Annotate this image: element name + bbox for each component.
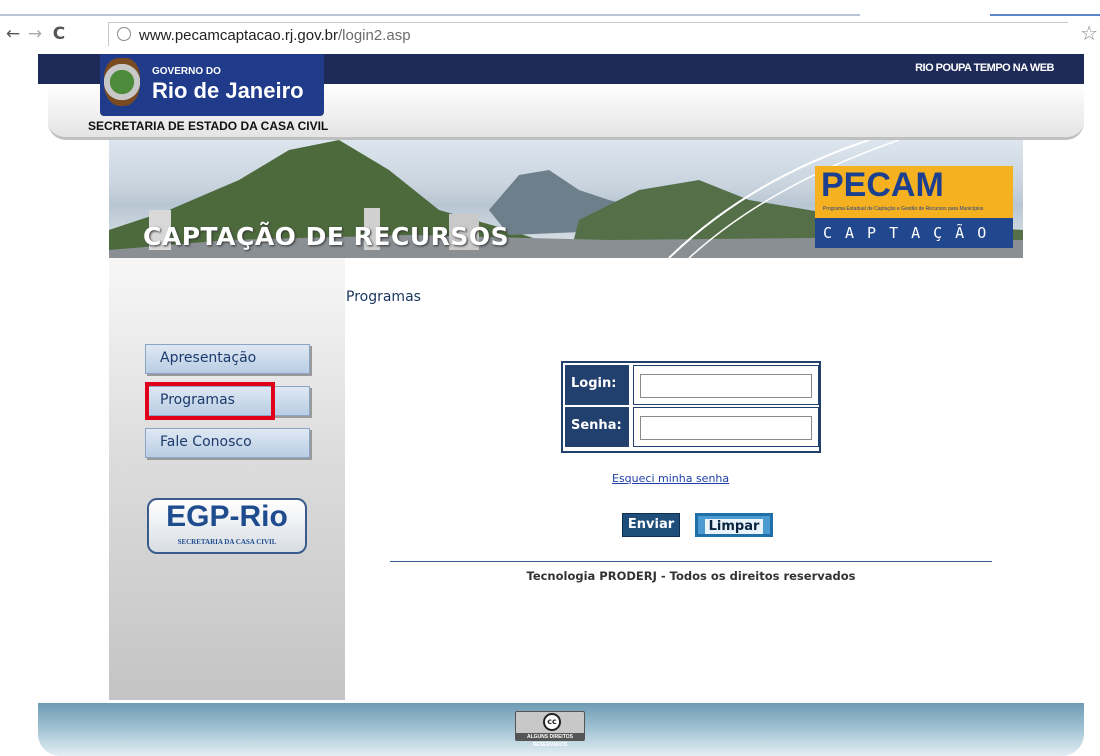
gov-logo-small-text: GOVERNO DO bbox=[152, 66, 221, 77]
creative-commons-icon: cc bbox=[543, 713, 561, 731]
gov-logo-big-text: Rio de Janeiro bbox=[152, 78, 304, 103]
reset-button[interactable]: Limpar bbox=[695, 513, 773, 537]
senha-input[interactable] bbox=[640, 416, 812, 440]
pecam-subtitle: Programa Estadual de Captação e Gestão d… bbox=[823, 206, 984, 212]
url-path: /login2.asp bbox=[337, 27, 411, 44]
tab-strip bbox=[0, 0, 1100, 16]
pecam-word: PECAM bbox=[821, 166, 944, 204]
bookmark-star-icon[interactable]: ☆ bbox=[1080, 21, 1098, 45]
banner: CAPTAÇÃO DE RECURSOS PECAM Programa Esta… bbox=[109, 140, 1023, 258]
sidebar-item-apresentacao[interactable]: Apresentação bbox=[145, 344, 310, 374]
sidebar-item-fale-conosco[interactable]: Fale Conosco bbox=[145, 428, 310, 458]
active-tab-indicator[interactable] bbox=[990, 0, 1100, 16]
page-footer: cc ALGUNS DIREITOS RESERVADOS bbox=[38, 703, 1084, 756]
address-bar[interactable]: www.pecamcaptacao.rj.gov.br/login2.asp bbox=[108, 22, 1068, 46]
pecam-logo: PECAM Programa Estadual de Captação e Ge… bbox=[815, 166, 1013, 256]
forward-arrow-icon[interactable]: → bbox=[24, 23, 46, 45]
reset-button-label: Limpar bbox=[704, 519, 764, 534]
senha-cell bbox=[633, 407, 819, 447]
login-cell bbox=[633, 365, 819, 405]
sidebar: Apresentação Programas Fale Conosco EGP-… bbox=[109, 258, 345, 700]
url-text[interactable]: www.pecamcaptacao.rj.gov.br/login2.asp bbox=[139, 27, 411, 44]
egp-rio-word: EGP-Rio bbox=[166, 500, 288, 533]
secretaria-label: SECRETARIA DE ESTADO DA CASA CIVIL bbox=[88, 119, 329, 133]
back-arrow-icon[interactable]: ← bbox=[2, 23, 24, 45]
government-logo[interactable]: GOVERNO DO Rio de Janeiro bbox=[100, 54, 324, 116]
pecam-captacao: CAPTAÇÃO bbox=[823, 224, 1000, 242]
senha-label: Senha: bbox=[565, 407, 629, 447]
tab-strip-line bbox=[0, 0, 860, 16]
page-title: Programas bbox=[346, 289, 421, 305]
rio-poupa-tempo-link[interactable]: RIO POUPA TEMPO NA WEB bbox=[915, 62, 1054, 74]
url-host: www.pecamcaptacao.rj.gov.br bbox=[139, 27, 338, 44]
footer-divider bbox=[390, 561, 992, 562]
login-label: Login: bbox=[565, 365, 629, 405]
login-form: Login: Senha: bbox=[561, 361, 821, 453]
reload-icon[interactable]: C bbox=[48, 23, 70, 45]
submit-button[interactable]: Enviar bbox=[622, 513, 680, 537]
forgot-password-link[interactable]: Esqueci minha senha bbox=[612, 472, 729, 485]
banner-title: CAPTAÇÃO DE RECURSOS bbox=[143, 222, 510, 251]
browser-chrome: ← → C www.pecamcaptacao.rj.gov.br/login2… bbox=[0, 0, 1100, 50]
login-input[interactable] bbox=[640, 374, 812, 398]
red-highlight-box bbox=[145, 382, 275, 420]
egp-rio-logo[interactable]: EGP-Rio SECRETARIA DA CASA CIVIL bbox=[147, 498, 307, 554]
pecam-logo-bottom: CAPTAÇÃO bbox=[815, 218, 1013, 248]
creative-commons-badge[interactable]: cc ALGUNS DIREITOS RESERVADOS bbox=[515, 711, 585, 748]
copyright-text: Tecnologia PRODERJ - Todos os direitos r… bbox=[526, 569, 856, 583]
creative-commons-text: ALGUNS DIREITOS RESERVADOS bbox=[516, 733, 584, 748]
globe-icon bbox=[117, 27, 131, 41]
pecam-logo-top: PECAM Programa Estadual de Captação e Ge… bbox=[815, 166, 1013, 218]
egp-rio-subtitle: SECRETARIA DA CASA CIVIL bbox=[177, 538, 277, 546]
coat-of-arms-icon bbox=[104, 58, 140, 106]
